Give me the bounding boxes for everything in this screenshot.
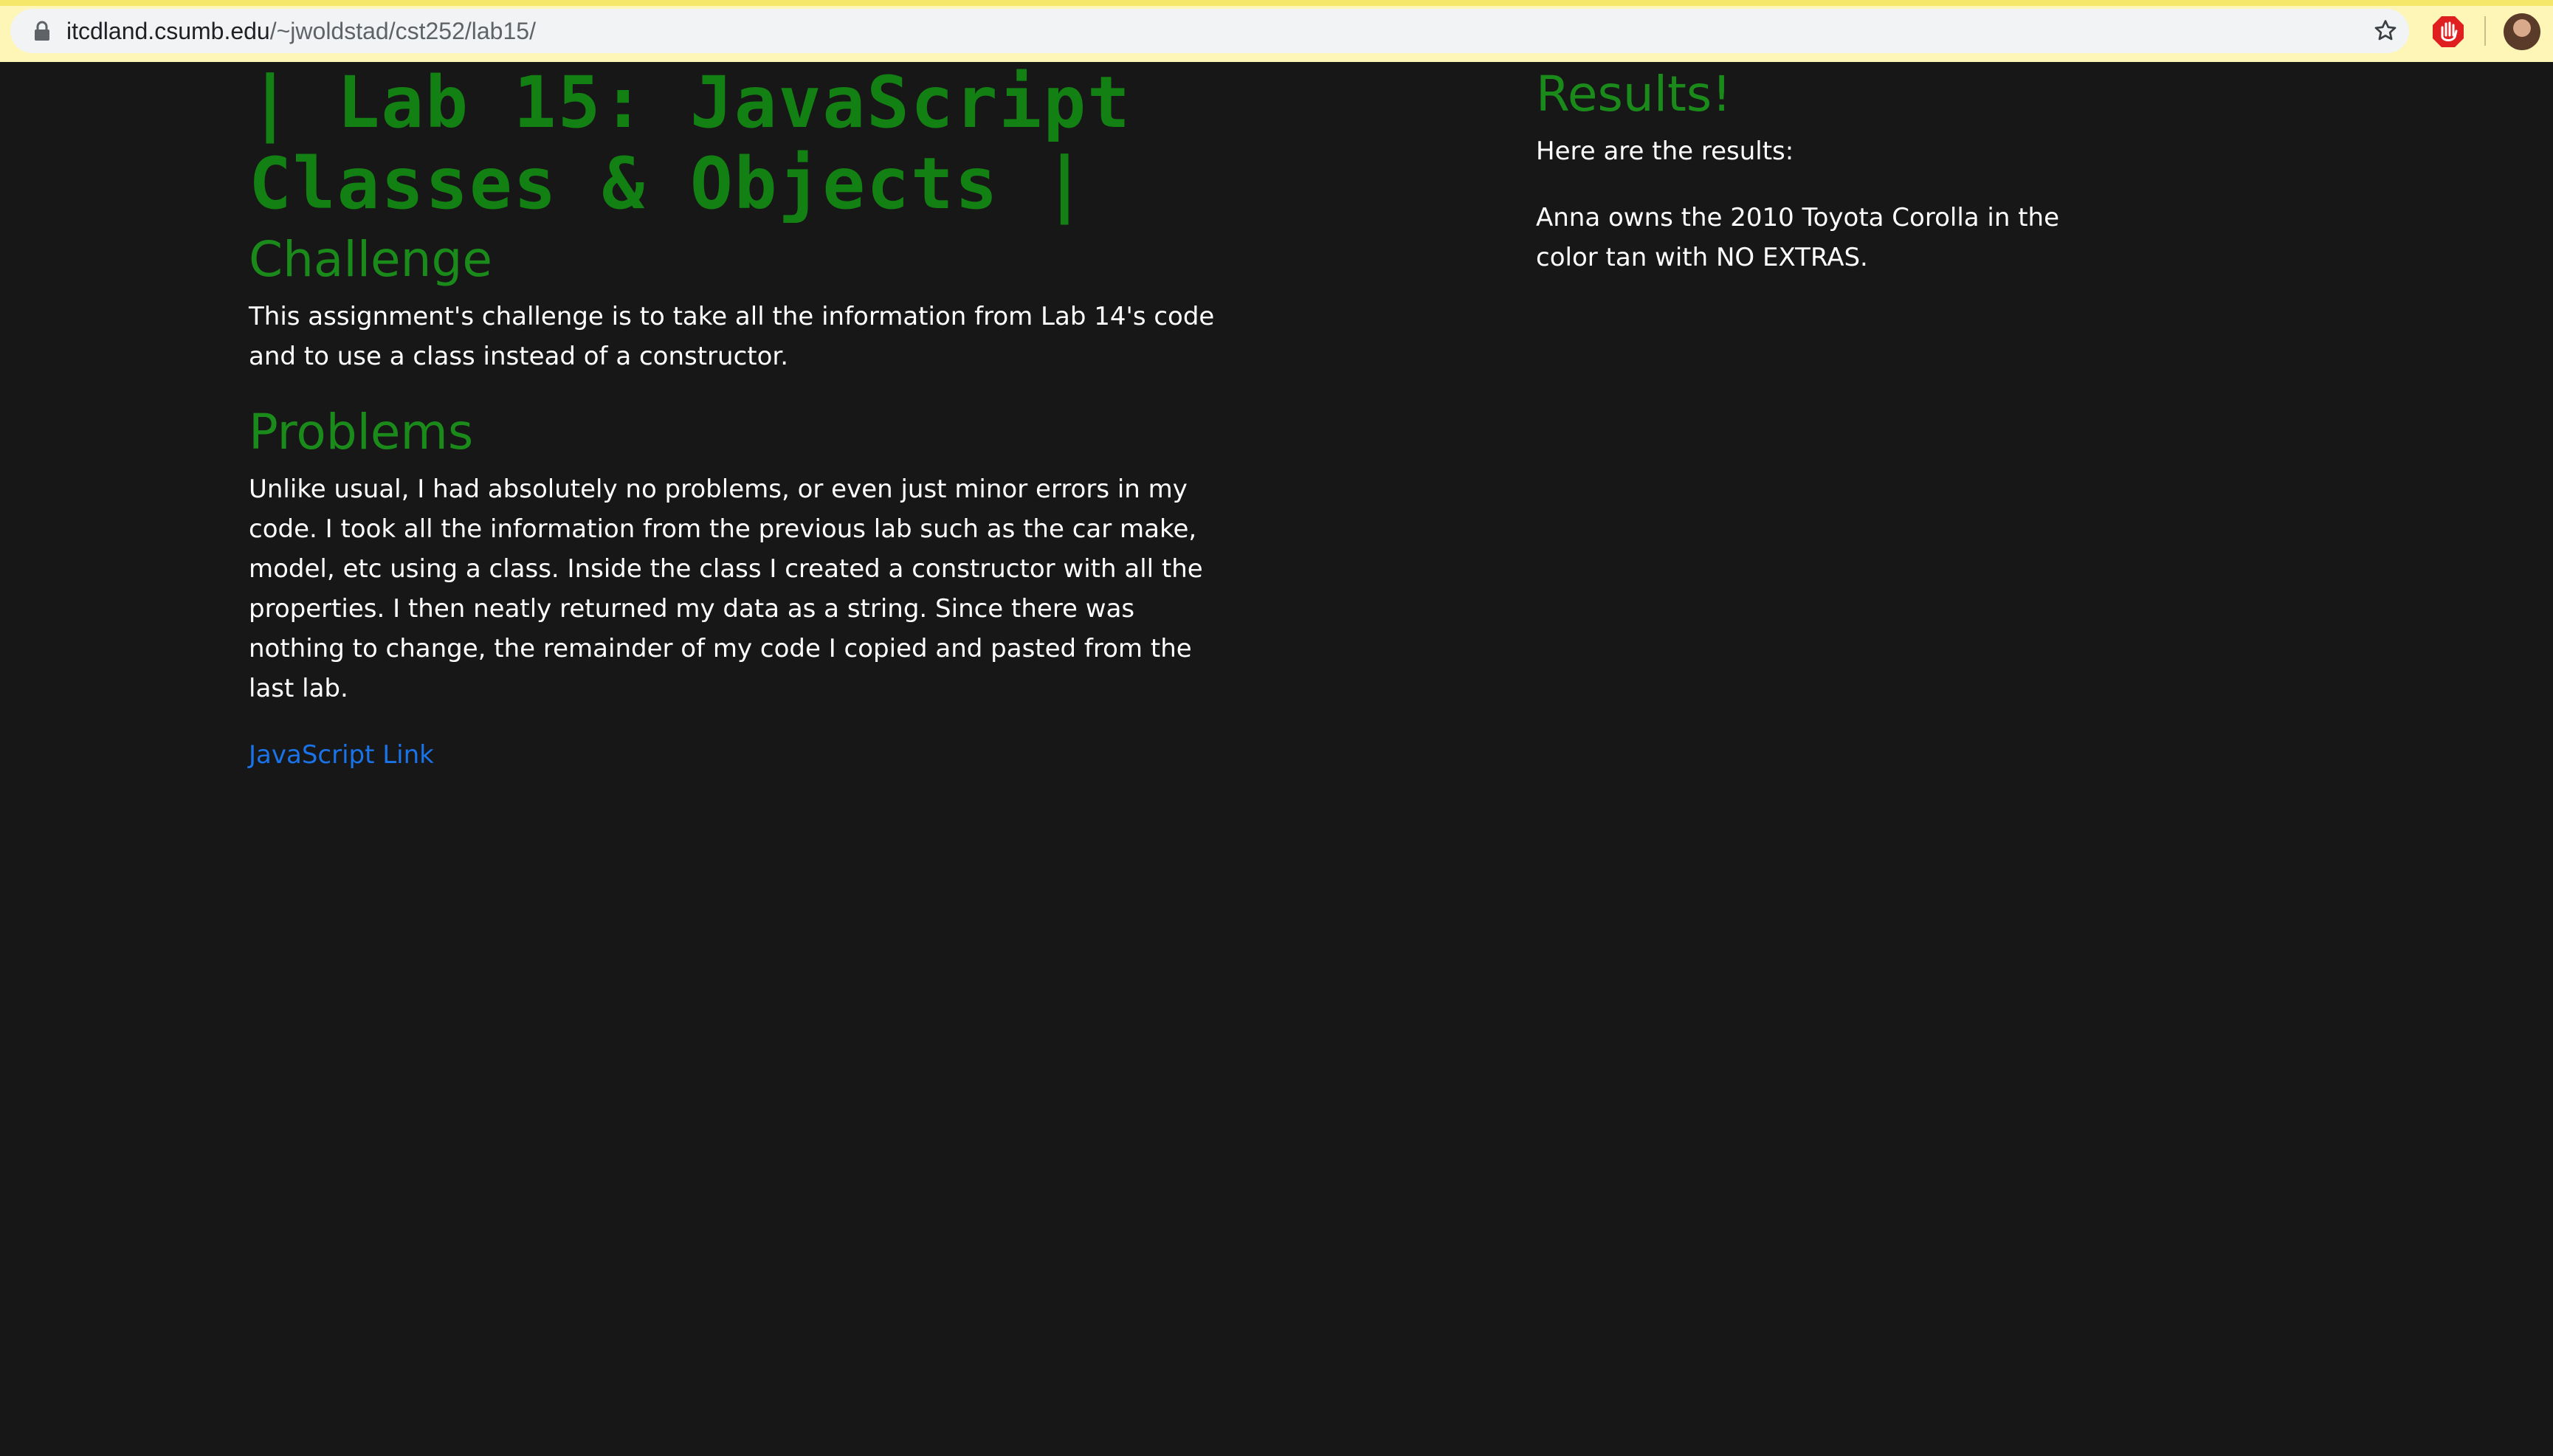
- results-column: Results! Here are the results: Anna owns…: [1536, 62, 2126, 277]
- results-intro: Here are the results:: [1536, 137, 1794, 166]
- javascript-link[interactable]: JavaScript Link: [249, 740, 434, 770]
- url-text[interactable]: itcdland.csumb.edu/~jwoldstad/cst252/lab…: [66, 18, 536, 44]
- extension-stop-hand-icon[interactable]: [2431, 15, 2465, 49]
- page-content: | Lab 15: JavaScript Classes & Objects |…: [0, 62, 2553, 1456]
- address-bar[interactable]: itcdland.csumb.edu/~jwoldstad/cst252/lab…: [10, 9, 2409, 53]
- results-output: Anna owns the 2010 Toyota Corolla in the…: [1536, 203, 2060, 272]
- lock-icon[interactable]: [32, 21, 52, 41]
- problems-text: Unlike usual, I had absolutely no proble…: [249, 475, 1203, 703]
- bookmark-star-icon[interactable]: [2372, 18, 2399, 44]
- toolbar-accent: [0, 0, 2553, 6]
- toolbar-divider: [2484, 16, 2486, 46]
- url-path: /~jwoldstad/cst252/lab15/: [269, 18, 536, 44]
- link-wrapper: JavaScript Link: [249, 735, 1216, 775]
- profile-avatar[interactable]: [2504, 13, 2540, 50]
- problems-heading: Problems: [249, 404, 474, 460]
- challenge-heading: Challenge: [249, 231, 492, 288]
- results-heading: Results!: [1536, 66, 1732, 123]
- main-column: | Lab 15: JavaScript Classes & Objects |…: [249, 62, 1216, 775]
- challenge-text: This assignment's challenge is to take a…: [249, 302, 1215, 371]
- url-host: itcdland.csumb.edu: [66, 18, 270, 44]
- browser-toolbar: itcdland.csumb.edu/~jwoldstad/cst252/lab…: [0, 0, 2553, 62]
- page-title: | Lab 15: JavaScript Classes & Objects |: [249, 61, 1131, 225]
